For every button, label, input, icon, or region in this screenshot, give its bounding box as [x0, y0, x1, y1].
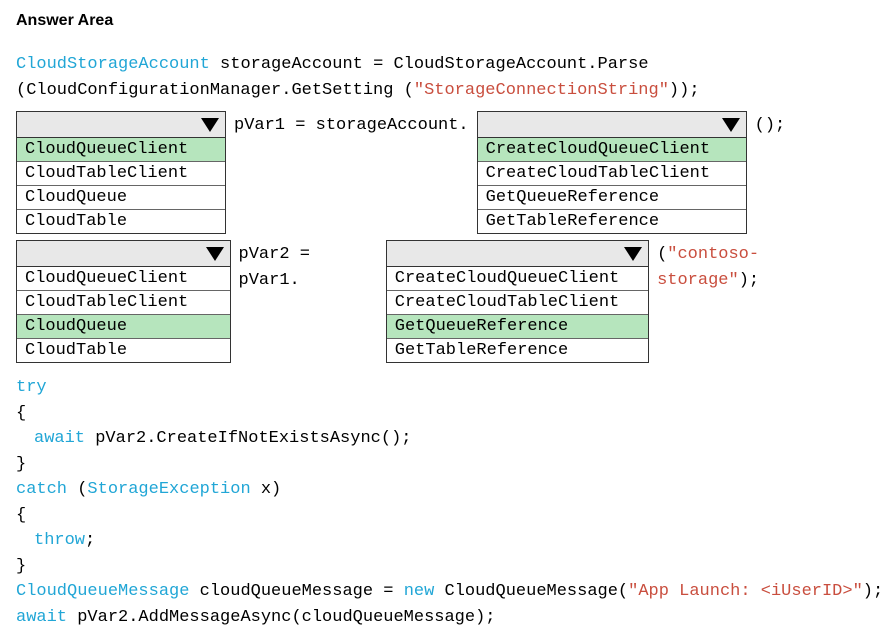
code-text: pVar2.AddMessageAsync(cloudQueueMessage)…: [67, 608, 495, 627]
code-text: (: [657, 245, 667, 264]
keyword-await: await: [16, 608, 67, 627]
dropdown-option[interactable]: CloudTable: [17, 210, 225, 233]
row-pvar2: CloudQueueClient CloudTableClient CloudQ…: [16, 240, 864, 363]
dropdown-option[interactable]: CreateCloudQueueClient: [387, 267, 648, 291]
chevron-down-icon: [722, 118, 740, 132]
dropdown-option[interactable]: CloudQueue: [17, 186, 225, 210]
code-text: ));: [669, 81, 700, 100]
dropdown-option[interactable]: GetQueueReference: [387, 315, 648, 339]
dropdown-header[interactable]: [478, 112, 746, 138]
dropdown-option[interactable]: CloudTable: [17, 339, 230, 362]
code-text: CloudQueueMessage(: [434, 582, 628, 601]
code-text: (: [67, 480, 87, 499]
dropdown-option[interactable]: CreateCloudTableClient: [478, 162, 746, 186]
code-text: pVar2 = pVar1.: [231, 240, 386, 294]
code-text: cloudQueueMessage =: [189, 582, 403, 601]
type-keyword: StorageException: [87, 480, 250, 499]
dropdown-pvar1-method[interactable]: CreateCloudQueueClient CreateCloudTableC…: [477, 111, 747, 234]
code-text: (CloudConfigurationManager.GetSetting (: [16, 81, 414, 100]
brace-open: {: [16, 401, 864, 427]
code-text: ();: [747, 111, 794, 139]
code-line-1: CloudStorageAccount storageAccount = Clo…: [16, 52, 864, 78]
dropdown-option[interactable]: CloudTableClient: [17, 291, 230, 315]
dropdown-option[interactable]: GetTableReference: [387, 339, 648, 362]
code-text: storageAccount = CloudStorageAccount.Par…: [210, 55, 649, 74]
keyword-new: new: [404, 582, 435, 601]
type-keyword: CloudQueueMessage: [16, 582, 189, 601]
dropdown-option[interactable]: CloudQueue: [17, 315, 230, 339]
dropdown-option[interactable]: CloudQueueClient: [17, 138, 225, 162]
code-text: pVar1 = storageAccount.: [226, 111, 477, 139]
chevron-down-icon: [201, 118, 219, 132]
keyword-await: await: [34, 429, 85, 448]
code-text: );: [863, 582, 880, 601]
dropdown-option[interactable]: CloudQueueClient: [17, 267, 230, 291]
chevron-down-icon: [624, 247, 642, 261]
dropdown-option[interactable]: CreateCloudQueueClient: [478, 138, 746, 162]
dropdown-option[interactable]: CreateCloudTableClient: [387, 291, 648, 315]
code-text: x): [251, 480, 282, 499]
keyword-throw: throw: [34, 531, 85, 550]
code-text: pVar2.CreateIfNotExistsAsync();: [85, 429, 411, 448]
string-literal: "StorageConnectionString": [414, 81, 669, 100]
chevron-down-icon: [206, 247, 224, 261]
string-literal: "App Launch: <iUserID>": [628, 582, 863, 601]
dropdown-option[interactable]: GetTableReference: [478, 210, 746, 233]
brace-close: }: [16, 452, 864, 478]
code-text: ;: [85, 531, 95, 550]
dropdown-option[interactable]: GetQueueReference: [478, 186, 746, 210]
dropdown-header[interactable]: [387, 241, 648, 267]
page-title: Answer Area: [16, 12, 864, 30]
dropdown-header[interactable]: [17, 241, 230, 267]
dropdown-option[interactable]: CloudTableClient: [17, 162, 225, 186]
dropdown-header[interactable]: [17, 112, 225, 138]
dropdown-pvar2-type[interactable]: CloudQueueClient CloudTableClient CloudQ…: [16, 240, 231, 363]
code-text: ("contoso-storage");: [649, 240, 864, 294]
code-line-2: (CloudConfigurationManager.GetSetting ("…: [16, 78, 864, 104]
keyword-try: try: [16, 378, 47, 397]
type-keyword: CloudStorageAccount: [16, 55, 210, 74]
code-text: );: [739, 271, 759, 290]
dropdown-pvar1-type[interactable]: CloudQueueClient CloudTableClient CloudQ…: [16, 111, 226, 234]
keyword-catch: catch: [16, 480, 67, 499]
brace-open: {: [16, 503, 864, 529]
brace-close: }: [16, 554, 864, 580]
row-pvar1: CloudQueueClient CloudTableClient CloudQ…: [16, 111, 864, 234]
dropdown-pvar2-method[interactable]: CreateCloudQueueClient CreateCloudTableC…: [386, 240, 649, 363]
